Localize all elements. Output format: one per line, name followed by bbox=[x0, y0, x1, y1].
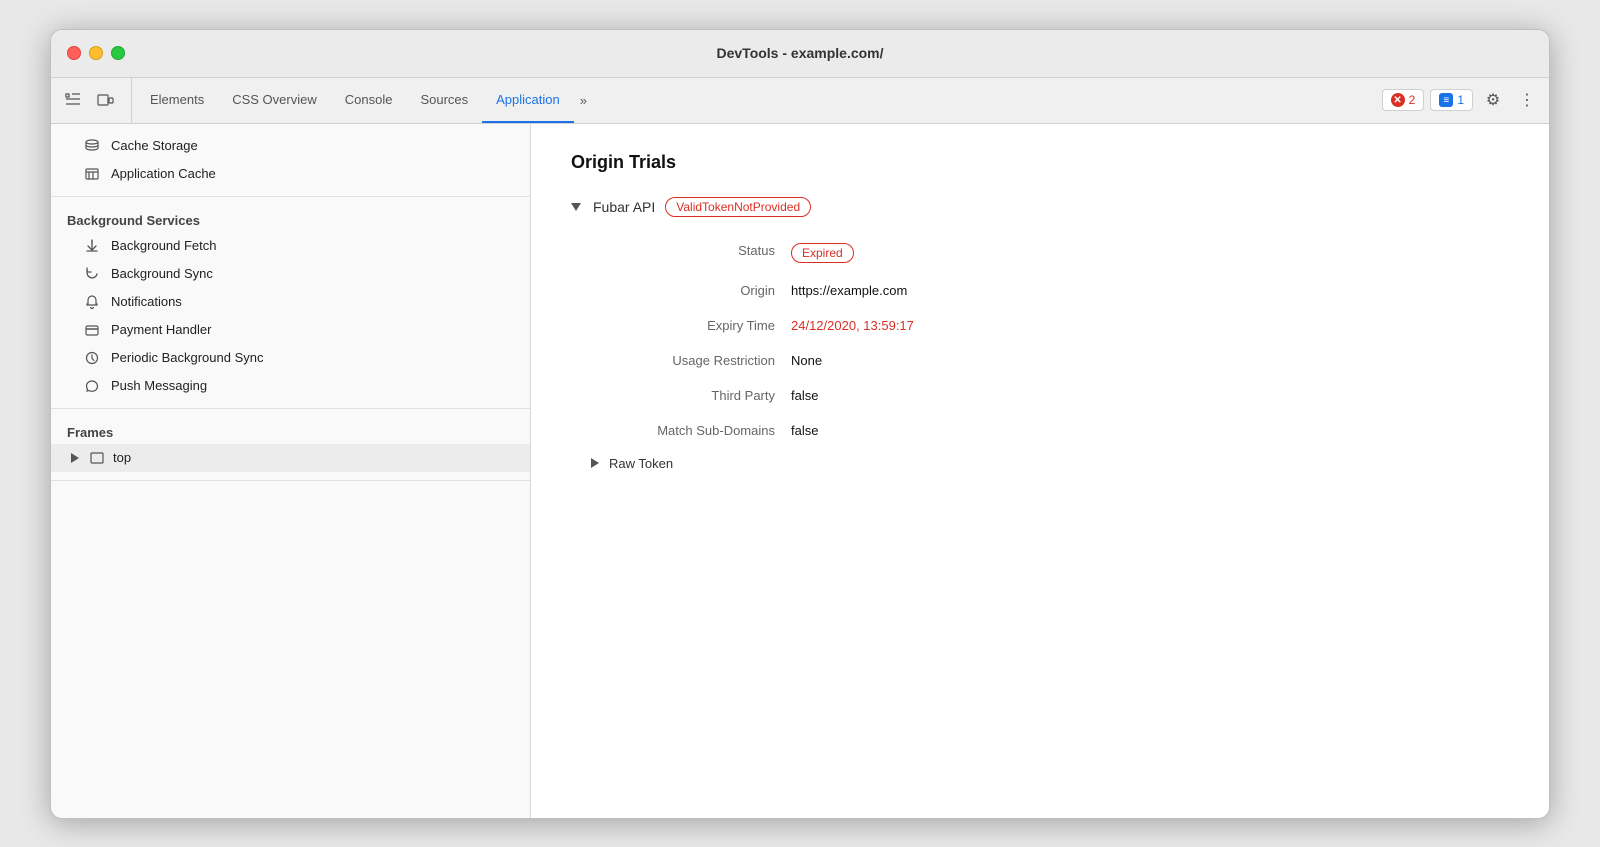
tab-application[interactable]: Application bbox=[482, 78, 574, 123]
tabbar-right: ✕ 2 ≡ 1 ⚙ ⋮ bbox=[1382, 78, 1541, 123]
origin-value: https://example.com bbox=[791, 273, 1509, 308]
error-badge-button[interactable]: ✕ 2 bbox=[1382, 89, 1425, 111]
info-badge-button[interactable]: ≡ 1 bbox=[1430, 89, 1473, 111]
third-party-value: false bbox=[791, 378, 1509, 413]
sidebar-item-periodic-background-sync[interactable]: Periodic Background Sync bbox=[51, 344, 530, 372]
tabbar: Elements CSS Overview Console Sources Ap… bbox=[51, 78, 1549, 124]
window-title: DevTools - example.com/ bbox=[716, 45, 883, 61]
api-section: Fubar API ValidTokenNotProvided Status E… bbox=[571, 197, 1509, 471]
expiry-value: 24/12/2020, 13:59:17 bbox=[791, 308, 1509, 343]
tab-elements[interactable]: Elements bbox=[136, 78, 218, 123]
device-icon[interactable] bbox=[91, 86, 119, 114]
maximize-button[interactable] bbox=[111, 46, 125, 60]
match-label: Match Sub-Domains bbox=[591, 413, 791, 448]
periodic-background-sync-icon bbox=[83, 350, 101, 366]
detail-grid: Status Expired Origin https://example.co… bbox=[591, 233, 1509, 448]
sidebar-item-push-messaging[interactable]: Push Messaging bbox=[51, 372, 530, 400]
notifications-icon bbox=[83, 294, 101, 310]
third-party-label: Third Party bbox=[591, 378, 791, 413]
expiry-label: Expiry Time bbox=[591, 308, 791, 343]
push-messaging-icon bbox=[83, 378, 101, 394]
tabbar-tools bbox=[59, 78, 132, 123]
background-sync-icon bbox=[83, 266, 101, 282]
settings-button[interactable]: ⚙ bbox=[1479, 86, 1507, 114]
traffic-lights bbox=[67, 46, 125, 60]
main-content: Origin Trials Fubar API ValidTokenNotPro… bbox=[531, 124, 1549, 818]
cache-storage-icon bbox=[83, 138, 101, 154]
application-cache-icon bbox=[83, 166, 101, 182]
tab-console[interactable]: Console bbox=[331, 78, 407, 123]
devtools-window: DevTools - example.com/ Elements C bbox=[50, 29, 1550, 819]
sidebar-item-payment-handler[interactable]: Payment Handler bbox=[51, 316, 530, 344]
frames-title: Frames bbox=[51, 417, 530, 444]
sidebar-storage-section: Cache Storage Application Cache bbox=[51, 124, 530, 197]
sidebar-item-background-sync[interactable]: Background Sync bbox=[51, 260, 530, 288]
sidebar-item-cache-storage[interactable]: Cache Storage bbox=[51, 132, 530, 160]
error-count: 2 bbox=[1409, 93, 1416, 107]
sidebar-item-background-fetch[interactable]: Background Fetch bbox=[51, 232, 530, 260]
api-header: Fubar API ValidTokenNotProvided bbox=[571, 197, 1509, 217]
background-fetch-icon bbox=[83, 238, 101, 254]
titlebar: DevTools - example.com/ bbox=[51, 30, 1549, 78]
more-tabs-button[interactable]: » bbox=[574, 78, 593, 123]
expand-icon bbox=[71, 453, 79, 463]
info-count: 1 bbox=[1457, 93, 1464, 107]
sidebar-background-services-section: Background Services Background Fetch bbox=[51, 197, 530, 409]
collapse-icon[interactable] bbox=[571, 203, 581, 211]
sidebar-item-top-frame[interactable]: top bbox=[51, 444, 530, 472]
more-actions-button[interactable]: ⋮ bbox=[1513, 86, 1541, 114]
minimize-button[interactable] bbox=[89, 46, 103, 60]
frame-label: top bbox=[113, 450, 131, 465]
status-value: Expired bbox=[791, 233, 1509, 273]
raw-token-expand-icon bbox=[591, 458, 599, 468]
frame-icon bbox=[89, 450, 105, 466]
sidebar: Cache Storage Application Cache Backgrou… bbox=[51, 124, 531, 818]
error-icon: ✕ bbox=[1391, 93, 1405, 107]
inspector-icon[interactable] bbox=[59, 86, 87, 114]
payment-handler-icon bbox=[83, 322, 101, 338]
close-button[interactable] bbox=[67, 46, 81, 60]
usage-label: Usage Restriction bbox=[591, 343, 791, 378]
background-services-title: Background Services bbox=[51, 205, 530, 232]
status-label: Status bbox=[591, 233, 791, 273]
token-badge: ValidTokenNotProvided bbox=[665, 197, 811, 217]
info-icon: ≡ bbox=[1439, 93, 1453, 107]
expired-badge: Expired bbox=[791, 243, 854, 263]
sidebar-frames-section: Frames top bbox=[51, 409, 530, 481]
page-title: Origin Trials bbox=[571, 152, 1509, 173]
tab-css-overview[interactable]: CSS Overview bbox=[218, 78, 331, 123]
raw-token-row[interactable]: Raw Token bbox=[591, 456, 1509, 471]
tab-sources[interactable]: Sources bbox=[406, 78, 482, 123]
sidebar-item-application-cache[interactable]: Application Cache bbox=[51, 160, 530, 188]
match-value: false bbox=[791, 413, 1509, 448]
api-name: Fubar API bbox=[593, 199, 655, 215]
raw-token-label: Raw Token bbox=[609, 456, 673, 471]
sidebar-item-notifications[interactable]: Notifications bbox=[51, 288, 530, 316]
main-area: Cache Storage Application Cache Backgrou… bbox=[51, 124, 1549, 818]
origin-label: Origin bbox=[591, 273, 791, 308]
usage-value: None bbox=[791, 343, 1509, 378]
